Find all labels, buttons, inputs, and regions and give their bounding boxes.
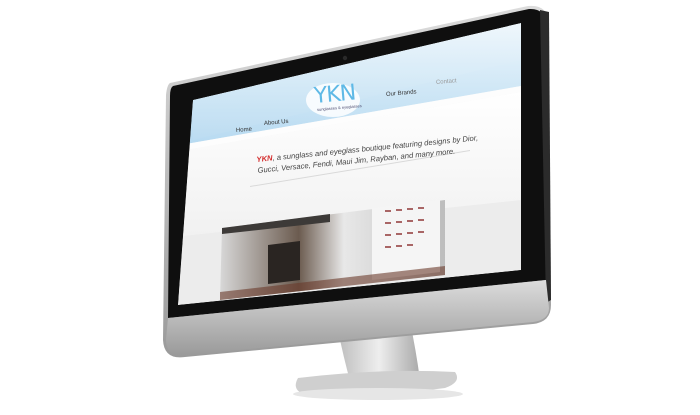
monitor-mockup: YKN sunglasses & eyeglasses Home About U… bbox=[0, 0, 700, 415]
camera-dot bbox=[342, 55, 348, 61]
monitor-illustration bbox=[163, 5, 551, 400]
